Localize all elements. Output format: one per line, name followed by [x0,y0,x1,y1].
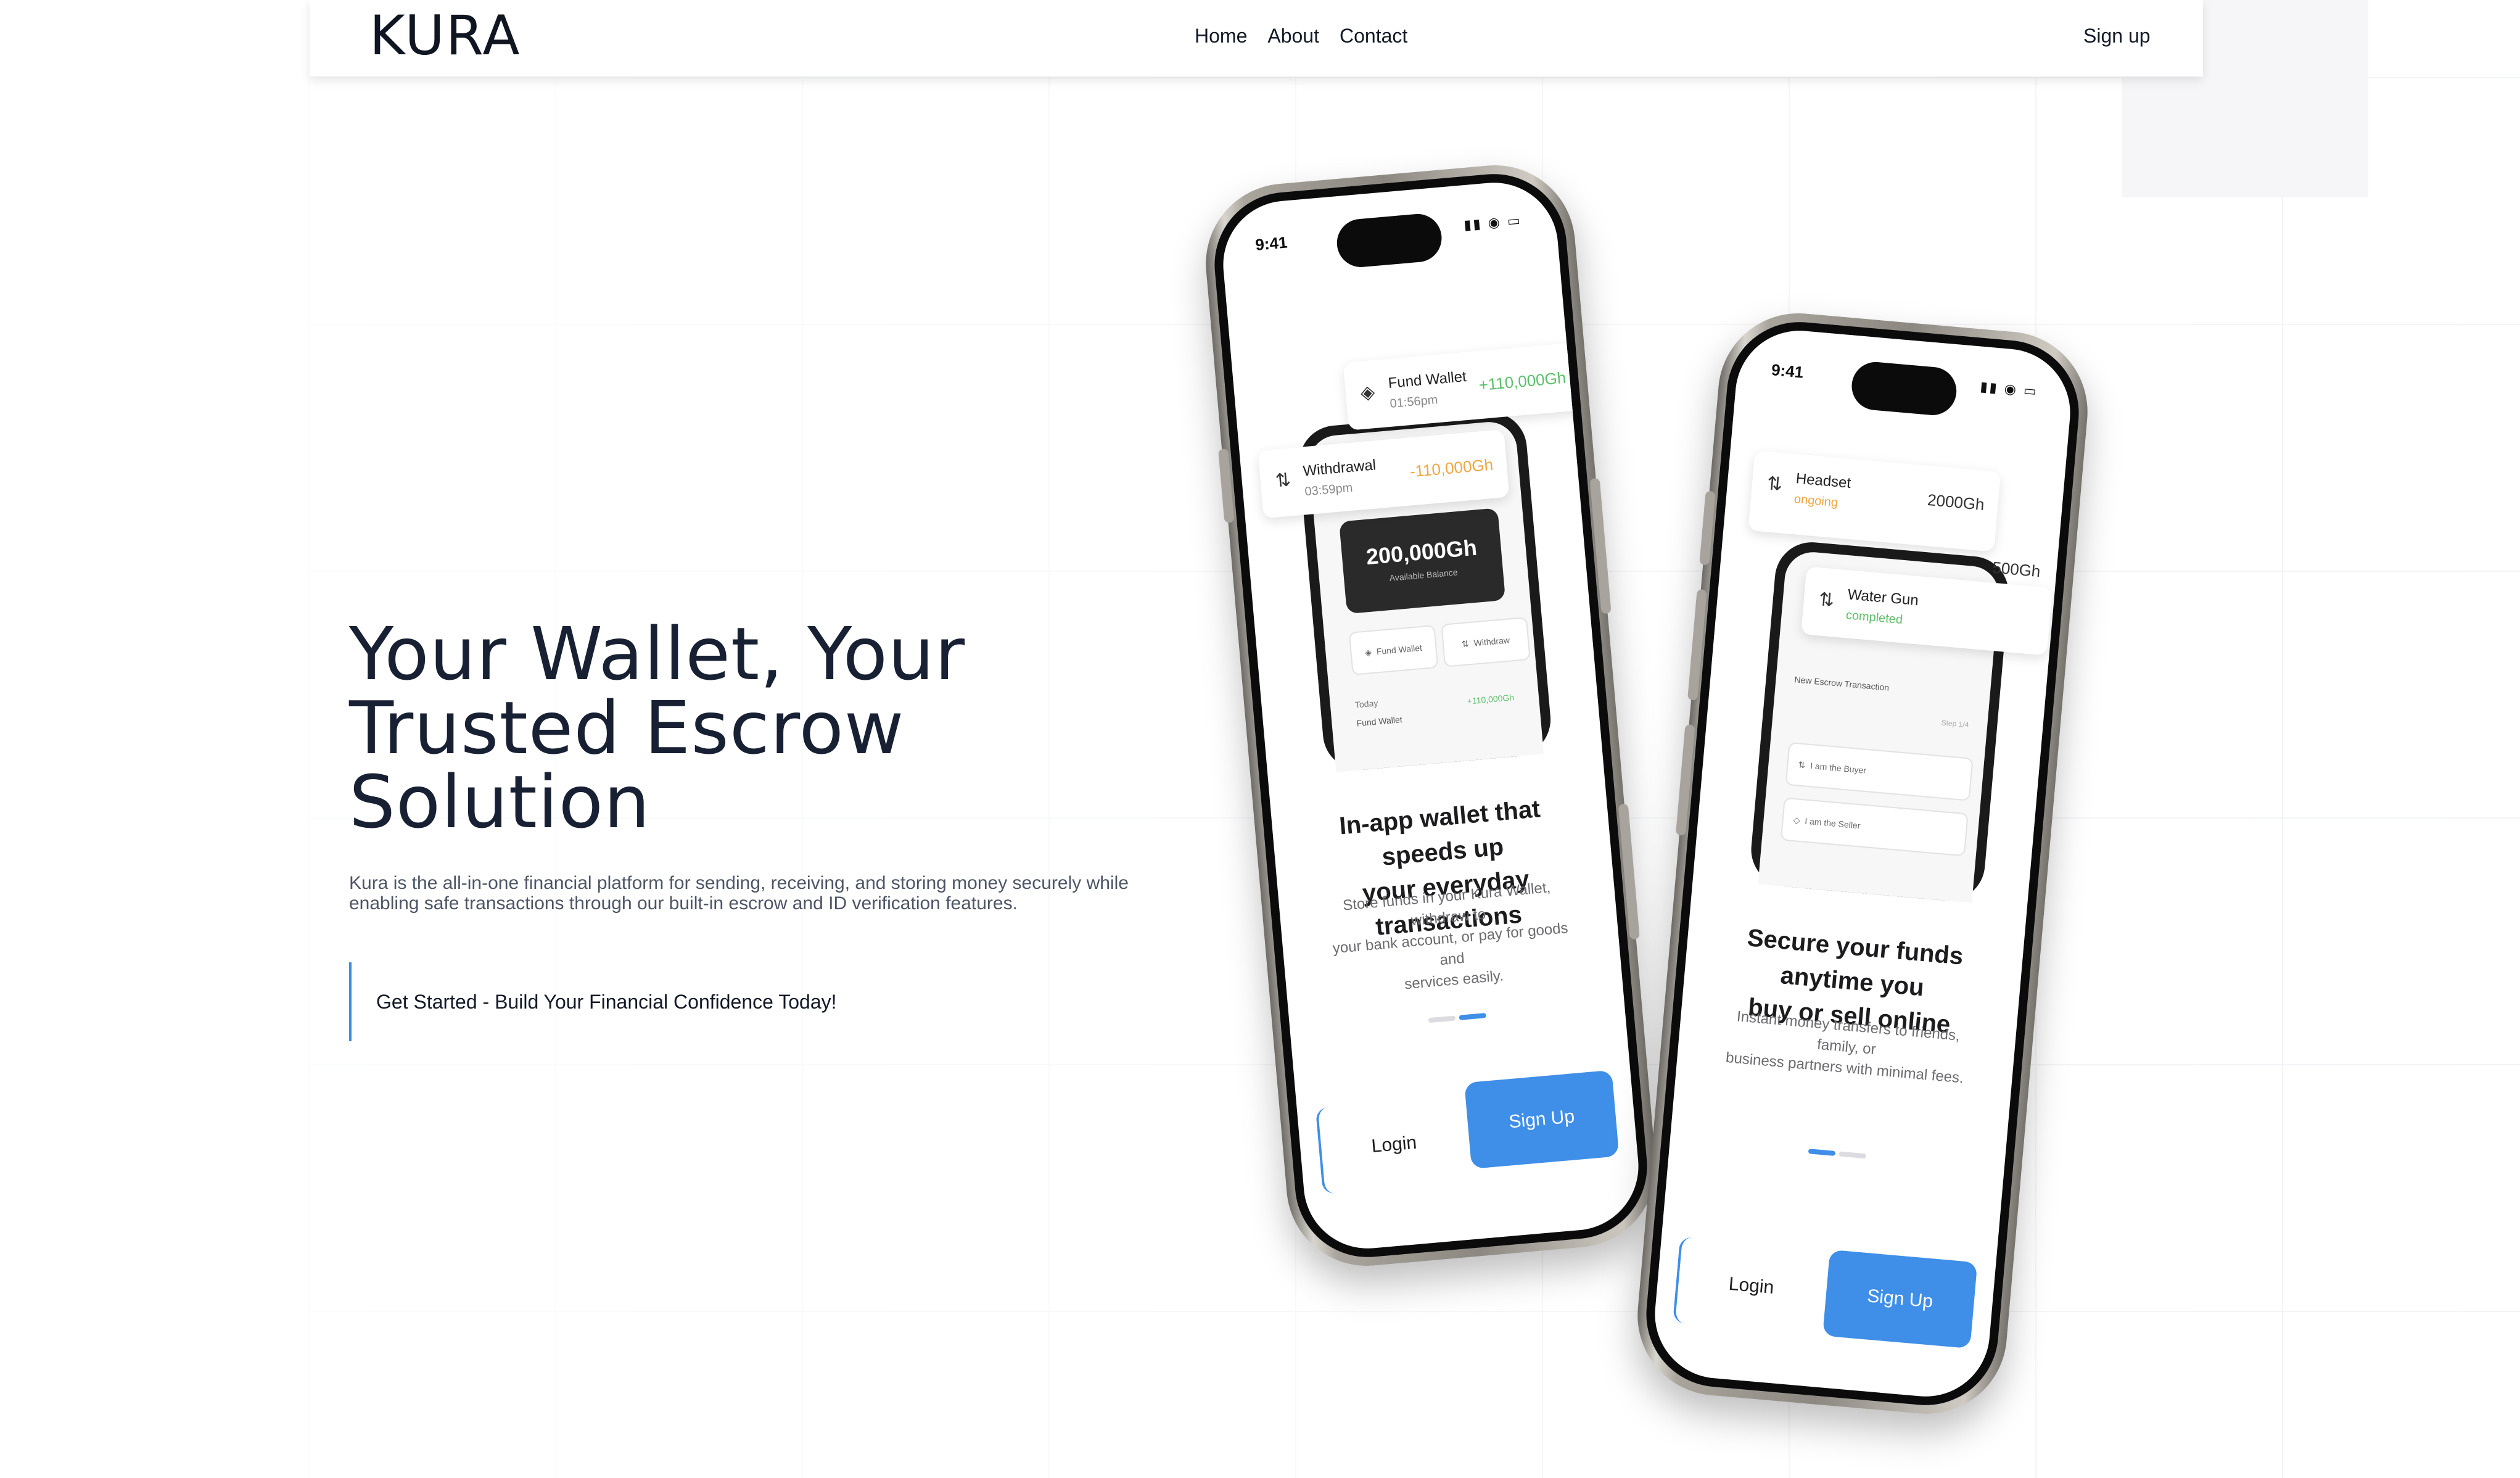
fund-wallet-button[interactable]: ◈ Fund Wallet [1348,624,1439,675]
card-time: 01:56pm [1389,393,1439,411]
withdraw-icon: ⇅ [1274,469,1292,492]
withdraw-button[interactable]: ⇅ Withdraw [1441,616,1531,667]
withdraw-icon: ⇅ [1461,638,1470,649]
handshake-icon: ⇅ [1818,589,1835,611]
card-amount: -110,000Gh [1409,455,1494,481]
dynamic-island [1335,212,1444,270]
nav-about-link[interactable]: About [1267,25,1319,47]
phone-screen: 9:41 ▮▮ ◉ ▭ 200,000Gh Available Balance … [1217,177,1644,1254]
headline-line: Your Wallet, Your [349,611,966,696]
buyer-option[interactable]: ⇅ I am the Buyer [1785,741,1974,801]
nav-links: Home About Contact [1195,25,1407,47]
description-line: enabling safe transactions through our b… [349,893,1018,914]
fund-wallet-card: ◈ Fund Wallet 01:56pm +110,000Gh [1343,342,1583,431]
handshake-icon: ⇅ [1766,473,1784,495]
wallet-icon: ◈ [1364,646,1372,658]
balance-card: 200,000Gh Available Balance [1339,508,1506,614]
tag-icon: ◇ [1793,814,1801,825]
status-icons: ▮▮ ◉ ▭ [1979,378,2039,399]
card-amount: 2000Gh [1926,490,1985,514]
today-label: Today [1354,698,1378,710]
seller-option[interactable]: ◇ I am the Seller [1780,797,1969,857]
login-button[interactable]: Login [1315,1095,1471,1195]
phone-screen: 9:41 ▮▮ ◉ ▭ New Escrow Transaction Step … [1649,325,2076,1402]
card-title: Water Gun [1847,586,1919,609]
onboarding-description: Store funds in your Kura Wallet, withdra… [1316,875,1585,1002]
indicator-dot-active [1459,1013,1487,1020]
withdraw-label: Withdraw [1473,635,1510,648]
nav-contact-link[interactable]: Contact [1340,25,1407,47]
page-indicator [1808,1149,1867,1159]
card-time: 03:59pm [1304,481,1354,499]
status-time: 9:41 [1254,233,1288,254]
dynamic-island [1850,360,1959,418]
description-line: Kura is the all-in-one financial platfor… [349,873,1129,893]
top-navbar: KURA Home About Contact Sign up [310,0,2203,76]
status-icons: ▮▮ ◉ ▭ [1463,212,1523,233]
card-status: completed [1845,608,1903,627]
indicator-dot [1428,1015,1456,1023]
wallet-icon: ◈ [1359,381,1376,403]
card-title: Fund Wallet [1387,368,1467,392]
fund-wallet-label: Fund Wallet [1376,642,1423,657]
headline-line: Trusted Escrow [349,685,905,770]
get-started-button[interactable]: Get Started - Build Your Financial Confi… [349,962,904,1041]
indicator-dot-active [1808,1149,1836,1156]
headline-line: Solution [349,759,651,844]
nav-home-link[interactable]: Home [1195,25,1247,47]
login-button[interactable]: Login [1672,1236,1828,1336]
card-title: Withdrawal [1302,456,1377,480]
indicator-dot [1839,1151,1867,1159]
buyer-label: I am the Buyer [1810,761,1867,775]
hero-headline: Your Wallet, Your Trusted Escrow Solutio… [349,617,1027,839]
today-item-title: Fund Wallet [1356,714,1403,729]
status-time: 9:41 [1770,360,1805,382]
step-label: Step 1/4 [1941,718,1969,730]
headset-card: ⇅ Headset ongoing 2000Gh [1748,450,2001,552]
seller-label: I am the Seller [1804,815,1861,831]
kura-logo[interactable]: KURA [369,4,521,67]
today-item-amount: +110,000Gh [1467,692,1515,706]
card-title: Headset [1795,470,1852,492]
signup-button[interactable]: Sign Up [1822,1249,1978,1349]
card-amount: +110,000Gh [1478,368,1567,395]
card-status: ongoing [1793,492,1839,510]
nav-signup-link[interactable]: Sign up [2083,25,2151,47]
buyer-icon: ⇅ [1797,759,1806,770]
new-escrow-label: New Escrow Transaction [1793,674,1890,693]
signup-button[interactable]: Sign Up [1464,1070,1620,1170]
hero-description: Kura is the all-in-one financial platfor… [349,873,1151,914]
page-indicator [1428,1013,1487,1023]
